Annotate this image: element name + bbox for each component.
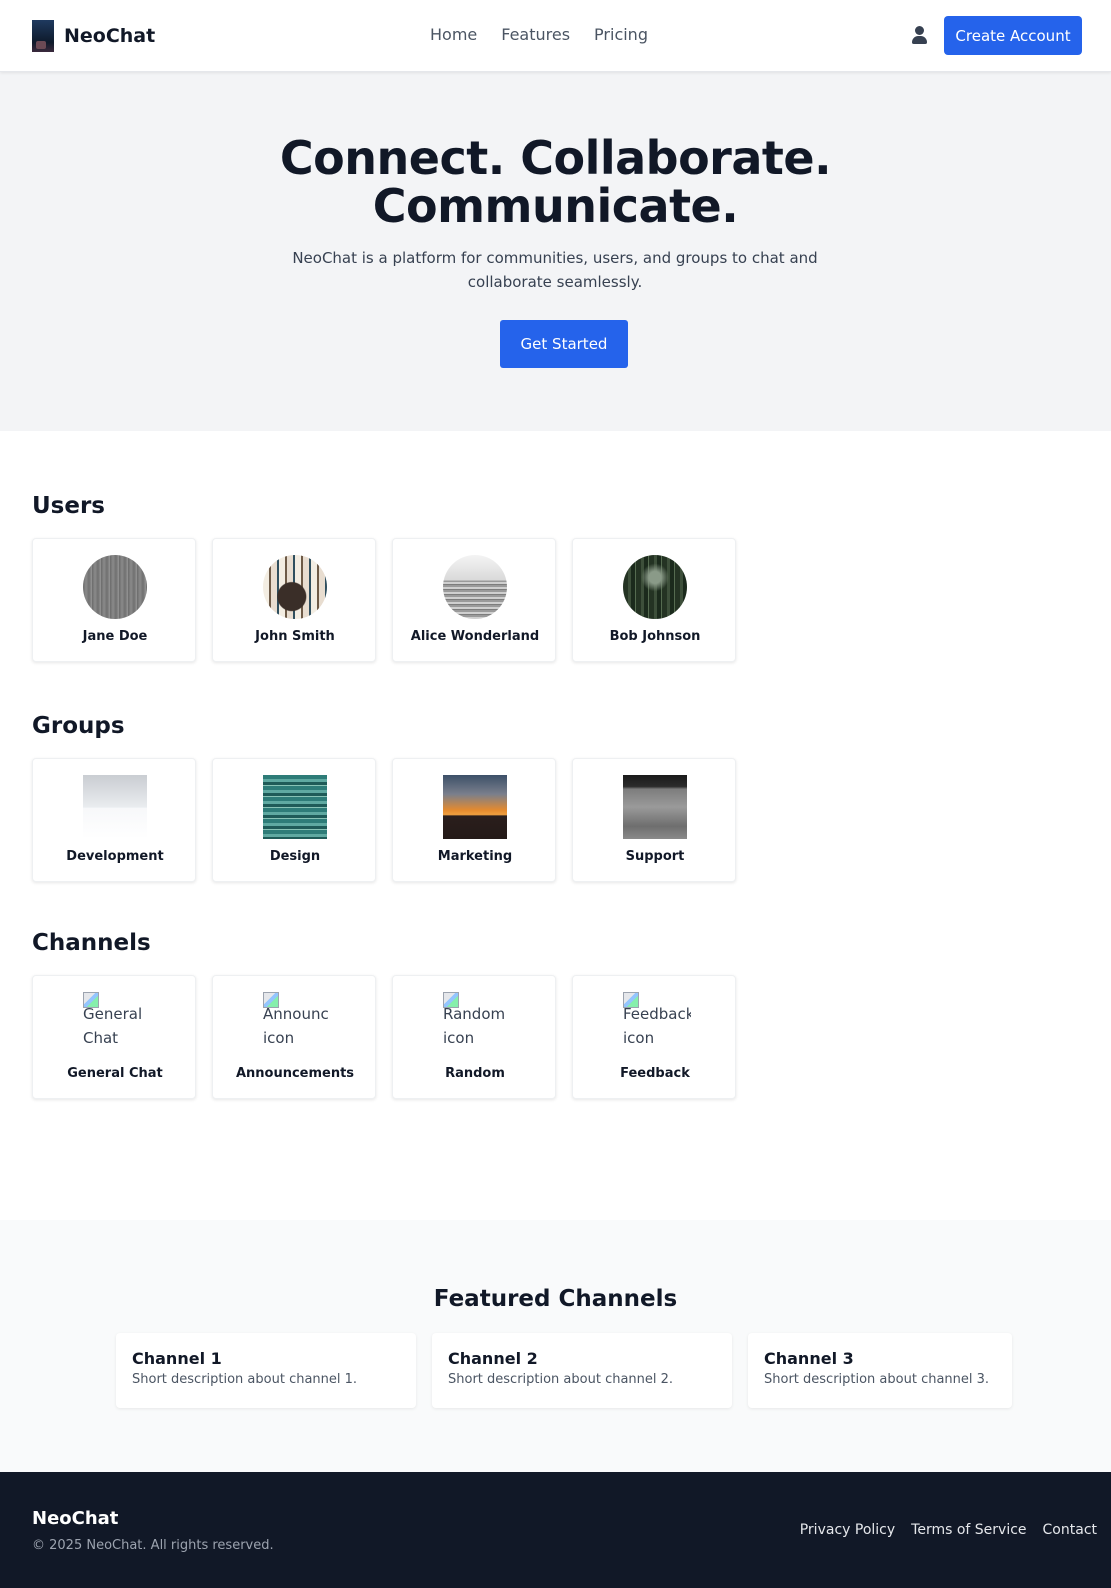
group-card-support[interactable]: Support	[572, 758, 736, 882]
user-name: Bob Johnson	[609, 629, 701, 644]
group-image	[623, 775, 687, 839]
featured-channel-desc: Short description about channel 1.	[132, 1372, 358, 1387]
brand-logo	[32, 20, 54, 52]
user-card-jane-doe[interactable]: Jane Doe	[32, 538, 196, 662]
group-card-development[interactable]: Development	[32, 758, 196, 882]
user-name: Alice Wonderland	[410, 629, 540, 644]
broken-image-icon: Announc icon	[263, 992, 331, 1056]
featured-channel-card[interactable]: Channel 3 Short description about channe…	[748, 1333, 1012, 1408]
channel-card-announcements[interactable]: Announc icon Announcements	[212, 975, 376, 1099]
group-name: Design	[269, 849, 321, 864]
channel-name: Random	[445, 1066, 505, 1081]
featured-channels-section: Featured Channels Channel 1 Short descri…	[0, 1220, 1111, 1472]
create-account-button[interactable]: Create Account	[944, 16, 1082, 55]
footer-link-contact[interactable]: Contact	[1043, 1522, 1097, 1538]
channel-name: Announcements	[235, 1066, 355, 1081]
footer-link-terms-of-service[interactable]: Terms of Service	[911, 1522, 1026, 1538]
group-card-design[interactable]: Design	[212, 758, 376, 882]
group-name: Development	[66, 849, 164, 864]
brand-name: NeoChat	[64, 25, 156, 47]
featured-title: Featured Channels	[433, 1286, 678, 1312]
group-image	[443, 775, 507, 839]
nav-features[interactable]: Features	[501, 25, 570, 44]
footer-link-privacy-policy[interactable]: Privacy Policy	[800, 1522, 895, 1538]
get-started-button[interactable]: Get Started	[500, 320, 628, 368]
user-icon[interactable]	[911, 25, 929, 45]
group-name: Support	[625, 849, 685, 864]
featured-channel-card[interactable]: Channel 1 Short description about channe…	[116, 1333, 416, 1408]
site-header: NeoChat Home Features Pricing Create Acc…	[0, 0, 1111, 72]
nav-pricing[interactable]: Pricing	[594, 25, 648, 44]
avatar	[83, 555, 147, 619]
user-card-john-smith[interactable]: John Smith	[212, 538, 376, 662]
user-card-bob-johnson[interactable]: Bob Johnson	[572, 538, 736, 662]
hero-subtitle: NeoChat is a platform for communities, u…	[292, 249, 818, 291]
nav-home[interactable]: Home	[430, 25, 477, 44]
group-card-marketing[interactable]: Marketing	[392, 758, 556, 882]
featured-channel-name: Channel 2	[448, 1349, 538, 1368]
featured-list: Channel 1 Short description about channe…	[116, 1333, 1012, 1408]
user-name: Jane Doe	[82, 629, 148, 644]
featured-channel-name: Channel 3	[764, 1349, 854, 1368]
group-image	[263, 775, 327, 839]
avatar	[443, 555, 507, 619]
user-card-alice-wonderland[interactable]: Alice Wonderland	[392, 538, 556, 662]
avatar	[623, 555, 687, 619]
footer-links: Privacy Policy Terms of Service Contact	[784, 1522, 1097, 1538]
featured-channel-name: Channel 1	[132, 1349, 222, 1368]
featured-channel-card[interactable]: Channel 2 Short description about channe…	[432, 1333, 732, 1408]
channels-title: Channels	[32, 930, 151, 956]
users-list: Jane Doe John Smith Alice Wonderland Bob…	[32, 538, 752, 662]
channels-list: General Chat General Chat Announc icon A…	[32, 975, 752, 1099]
featured-channel-desc: Short description about channel 2.	[448, 1372, 674, 1387]
channel-name: Feedback	[620, 1066, 690, 1081]
footer-copyright: © 2025 NeoChat. All rights reserved.	[32, 1538, 274, 1553]
footer-brand: NeoChat	[32, 1508, 119, 1529]
groups-list: Development Design Marketing Support	[32, 758, 752, 882]
avatar	[263, 555, 327, 619]
brand[interactable]: NeoChat	[32, 20, 155, 52]
main-nav: Home Features Pricing	[430, 25, 672, 44]
site-footer: NeoChat © 2025 NeoChat. All rights reser…	[0, 1472, 1111, 1588]
channel-name: General Chat	[67, 1066, 163, 1081]
channel-card-random[interactable]: Random icon Random	[392, 975, 556, 1099]
users-title: Users	[32, 493, 105, 519]
group-name: Marketing	[437, 849, 513, 864]
broken-image-icon: Random icon	[443, 992, 511, 1056]
group-image	[83, 775, 147, 839]
channel-card-general-chat[interactable]: General Chat General Chat	[32, 975, 196, 1099]
hero-title: Connect. Collaborate. Communicate.	[279, 131, 832, 233]
user-name: John Smith	[255, 629, 335, 644]
groups-title: Groups	[32, 713, 125, 739]
broken-image-icon: General Chat	[83, 992, 151, 1056]
featured-channel-desc: Short description about channel 3.	[764, 1372, 990, 1387]
hero-section: Connect. Collaborate. Communicate. NeoCh…	[0, 72, 1111, 431]
channel-card-feedback[interactable]: Feedback icon Feedback	[572, 975, 736, 1099]
broken-image-icon: Feedback icon	[623, 992, 691, 1056]
